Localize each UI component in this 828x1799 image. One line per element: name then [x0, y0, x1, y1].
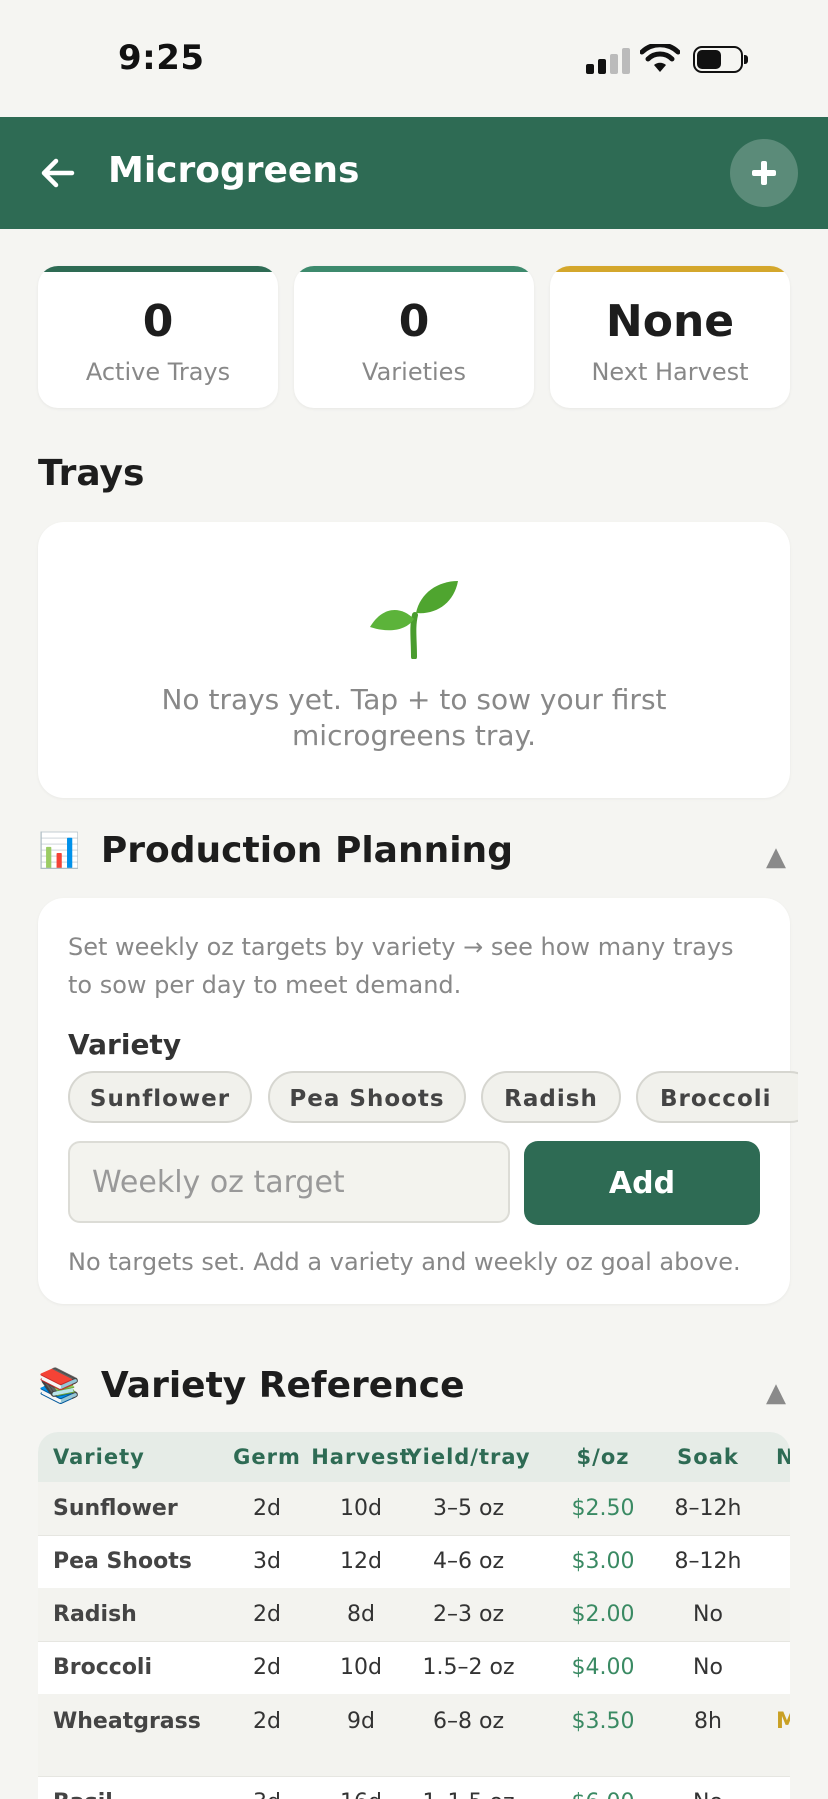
cell-yield: 2–3 oz [433, 1602, 504, 1627]
variety-label: Variety [68, 1028, 182, 1061]
reference-title-text: Variety Reference [100, 1365, 465, 1406]
stat-label: Varieties [362, 358, 466, 386]
stat-card-next-harvest: None Next Harvest [550, 266, 790, 408]
cell-yield: 3–5 oz [433, 1496, 504, 1521]
cell-harvest: 8d [347, 1602, 375, 1627]
cell-variety: Wheatgrass [53, 1708, 201, 1734]
stat-value: 0 [398, 296, 430, 347]
cell-harvest: 10d [340, 1496, 382, 1521]
stat-accent-bar [550, 266, 790, 272]
stat-accent-bar [294, 266, 534, 272]
chip-pea-shoots[interactable]: Pea Shoots [268, 1071, 466, 1123]
status-time: 9:25 [118, 38, 205, 78]
cell-variety: Pea Shoots [53, 1549, 192, 1574]
variety-chip-list: Sunflower Pea Shoots Radish Broccoli [68, 1071, 798, 1127]
books-icon: 📚 [38, 1366, 81, 1406]
column-header: Yield/tray [406, 1445, 531, 1469]
cell-soak: 8–12h [674, 1549, 742, 1574]
add-target-button[interactable]: Add [524, 1141, 760, 1225]
cell-price: $2.50 [571, 1496, 635, 1521]
stat-card-active-trays: 0 Active Trays [38, 266, 278, 408]
planning-collapse-toggle[interactable]: ▲ [766, 842, 786, 872]
cell-germ: 3d [226, 1776, 308, 1799]
cell-yield: 1.5–2 oz [422, 1655, 515, 1680]
column-header: Harvest [311, 1445, 411, 1469]
table-header-row: Variety Germ Harvest Yield/tray $/oz Soa… [38, 1432, 790, 1482]
planning-card: Set weekly oz targets by variety → see h… [38, 898, 798, 1304]
wifi-icon [639, 42, 681, 78]
chip-broccoli[interactable]: Broccoli [636, 1071, 798, 1123]
trays-empty-message: No trays yet. Tap + to sow your first mi… [161, 683, 667, 752]
stat-label: Active Trays [85, 358, 231, 386]
planning-description: Set weekly oz targets by variety → see h… [68, 933, 734, 999]
cell-soak: No [693, 1602, 723, 1627]
stat-value: None [605, 296, 735, 347]
back-arrow-icon[interactable] [36, 145, 84, 201]
cell-germ: 2d [253, 1602, 281, 1627]
seedling-icon [368, 577, 460, 663]
add-tray-button[interactable] [730, 139, 798, 207]
battery-icon [693, 46, 749, 73]
cell-soak: No [693, 1655, 723, 1680]
table-row: Wheatgrass 2d 9d 6–8 oz $3.50 8h M [38, 1694, 790, 1777]
cell-price: $6.00 [558, 1776, 648, 1799]
cell-extra: M [776, 1708, 790, 1734]
bar-chart-icon: 📊 [38, 831, 81, 871]
status-bar: 9:25 [0, 0, 828, 117]
reference-section-title: 📚 Variety Reference [38, 1365, 465, 1406]
cell-variety: Basil [53, 1776, 113, 1799]
cellular-signal-icon [586, 48, 630, 74]
cell-soak: 8h [694, 1708, 722, 1734]
cell-soak: 8–12h [674, 1496, 742, 1521]
cell-variety: Broccoli [53, 1655, 153, 1680]
variety-reference-table: Variety Germ Harvest Yield/tray $/oz Soa… [38, 1432, 790, 1799]
cell-variety: Radish [53, 1602, 137, 1627]
cell-price: $3.50 [571, 1708, 635, 1734]
column-header: Soak [677, 1445, 739, 1469]
stat-accent-bar [38, 266, 278, 272]
planning-section-title: 📊 Production Planning [38, 830, 513, 871]
table-row: Radish 2d 8d 2–3 oz $2.00 No [38, 1588, 790, 1642]
cell-price: $3.00 [571, 1549, 635, 1574]
chip-sunflower[interactable]: Sunflower [68, 1071, 252, 1123]
cell-harvest: 9d [347, 1708, 375, 1734]
cell-harvest: 12d [340, 1549, 382, 1574]
planning-title-text: Production Planning [100, 830, 513, 871]
page-title: Microgreens [108, 150, 360, 191]
column-header: Germ [233, 1445, 301, 1469]
cell-harvest: 16d [316, 1776, 406, 1799]
cell-germ: 2d [253, 1708, 281, 1734]
stat-card-varieties: 0 Varieties [294, 266, 534, 408]
cell-price: $2.00 [571, 1602, 635, 1627]
table-row: Basil 3d 16d 1–1.5 oz $6.00 No [38, 1776, 790, 1799]
cell-price: $4.00 [571, 1655, 635, 1680]
cell-harvest: 10d [340, 1655, 382, 1680]
column-header: N [776, 1445, 790, 1469]
stat-label: Next Harvest [591, 358, 749, 386]
app-header: Microgreens [0, 117, 828, 229]
chip-radish[interactable]: Radish [481, 1071, 621, 1123]
trays-empty-card: No trays yet. Tap + to sow your first mi… [38, 522, 790, 798]
cell-germ: 3d [253, 1549, 281, 1574]
cell-yield: 1–1.5 oz [411, 1776, 526, 1799]
cell-yield: 4–6 oz [433, 1549, 504, 1574]
table-row: Broccoli 2d 10d 1.5–2 oz $4.00 No [38, 1641, 790, 1695]
reference-collapse-toggle[interactable]: ▲ [766, 1378, 786, 1408]
table-row: Sunflower 2d 10d 3–5 oz $2.50 8–12h [38, 1482, 790, 1536]
table-row: Pea Shoots 3d 12d 4–6 oz $3.00 8–12h [38, 1535, 790, 1589]
column-header: Variety [53, 1445, 145, 1469]
stat-value: 0 [142, 296, 174, 347]
trays-section-title: Trays [38, 453, 145, 494]
cell-soak: No [663, 1776, 753, 1799]
cell-variety: Sunflower [53, 1496, 178, 1521]
column-header: $/oz [576, 1445, 630, 1469]
cell-germ: 2d [253, 1655, 281, 1680]
cell-germ: 2d [253, 1496, 281, 1521]
cell-yield: 6–8 oz [433, 1708, 504, 1734]
no-targets-message: No targets set. Add a variety and weekly… [68, 1248, 741, 1276]
weekly-oz-target-input[interactable] [68, 1141, 510, 1223]
